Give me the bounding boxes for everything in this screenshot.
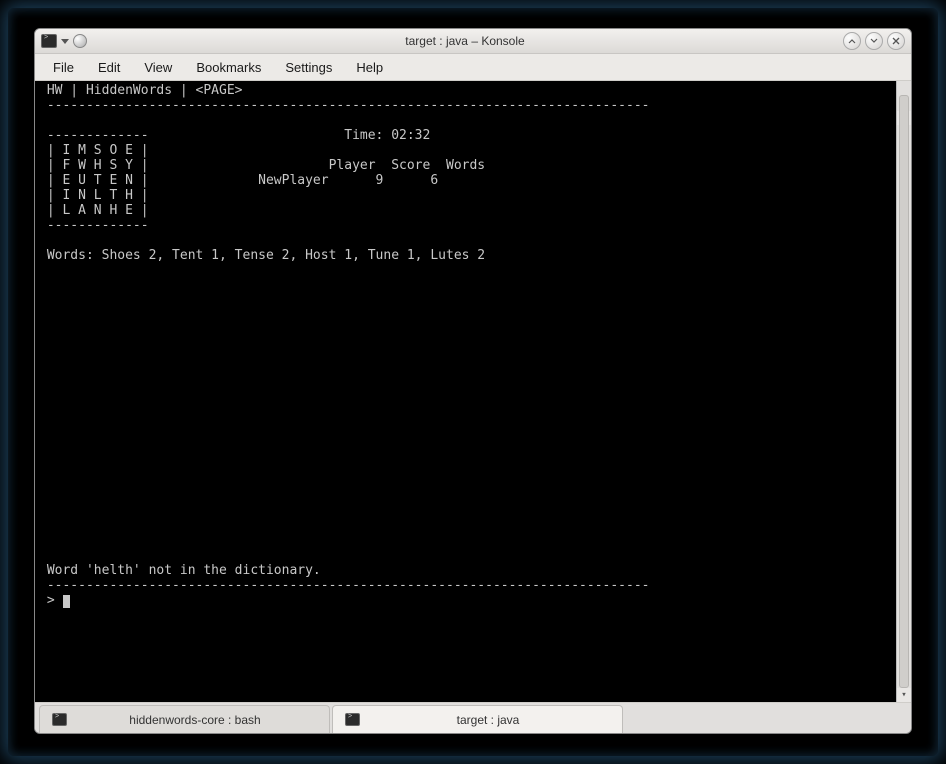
terminal-icon — [345, 713, 360, 726]
terminal[interactable]: HW | HiddenWords | <PAGE> --------------… — [35, 81, 911, 702]
grid-top-border: ------------- — [39, 128, 149, 143]
words-line: Words: Shoes 2, Tent 1, Tense 2, Host 1,… — [39, 248, 485, 263]
minimize-button[interactable] — [843, 32, 861, 50]
prompt: > — [39, 593, 62, 608]
menu-view[interactable]: View — [134, 57, 182, 78]
game-header: HW | HiddenWords | <PAGE> — [39, 83, 243, 98]
time-line: Time: 02:32 — [149, 128, 431, 143]
tab-hiddenwords-core[interactable]: hiddenwords-core : bash — [39, 705, 330, 733]
menu-bookmarks[interactable]: Bookmarks — [186, 57, 271, 78]
terminal-icon — [52, 713, 67, 726]
grid-row: | E U T E N | NewPlayer 9 6 — [39, 173, 438, 188]
divider-line: ----------------------------------------… — [39, 578, 649, 593]
tabbar: hiddenwords-core : bash target : java — [35, 702, 911, 733]
globe-icon — [73, 34, 87, 48]
konsole-window: target : java – Konsole File Edit View B… — [34, 28, 912, 734]
menubar: File Edit View Bookmarks Settings Help — [35, 54, 911, 81]
menu-edit[interactable]: Edit — [88, 57, 130, 78]
close-button[interactable] — [887, 32, 905, 50]
menu-settings[interactable]: Settings — [275, 57, 342, 78]
titlebar-left — [41, 34, 87, 48]
menu-help[interactable]: Help — [346, 57, 393, 78]
tab-label: target : java — [366, 713, 610, 727]
grid-row: | I M S O E | — [39, 143, 149, 158]
terminal-app-icon — [41, 34, 57, 48]
maximize-button[interactable] — [865, 32, 883, 50]
tab-label: hiddenwords-core : bash — [73, 713, 317, 727]
scroll-down-icon[interactable]: ▾ — [897, 688, 911, 702]
grid-row: | F W H S Y | Player Score Words — [39, 158, 485, 173]
grid-row: | I N L T H | — [39, 188, 149, 203]
window-controls — [843, 32, 905, 50]
titlebar[interactable]: target : java – Konsole — [35, 29, 911, 54]
error-line: Word 'helth' not in the dictionary. — [39, 563, 321, 578]
grid-bottom-border: ------------- — [39, 218, 149, 233]
window-title: target : java – Konsole — [87, 34, 843, 48]
tab-target-java[interactable]: target : java — [332, 705, 623, 733]
scroll-thumb[interactable] — [899, 95, 909, 688]
cursor — [63, 595, 70, 608]
scrollbar[interactable]: ▴ ▾ — [896, 81, 911, 702]
grid-row: | L A N H E | — [39, 203, 149, 218]
menu-file[interactable]: File — [43, 57, 84, 78]
window-menu-icon[interactable] — [61, 39, 69, 44]
divider-line: ----------------------------------------… — [39, 98, 649, 113]
